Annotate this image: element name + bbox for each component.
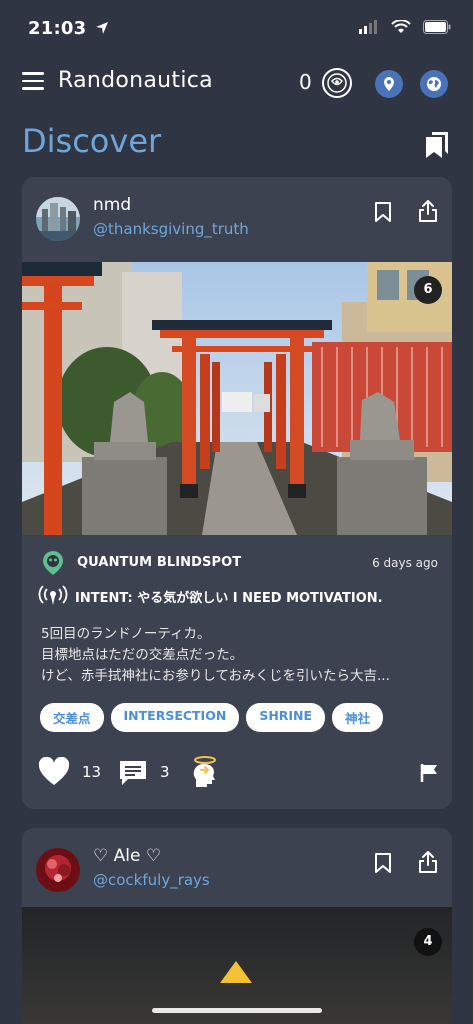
globe-icon [427, 77, 441, 91]
tag-chip[interactable]: SHRINE [246, 703, 326, 732]
post-card[interactable]: nmd @thanksgiving_truth 6 QUANTUM BLINDS… [22, 177, 452, 809]
user-name[interactable]: nmd [93, 195, 131, 215]
avatar[interactable] [36, 848, 80, 892]
post-card[interactable]: ♡ Ale ♡ @cockfuly_rays 4 [22, 828, 452, 1024]
post-body-line: 5回目のランドノーティカ。 [41, 626, 211, 642]
comment-count: 3 [160, 763, 170, 781]
timestamp: 6 days ago [372, 556, 438, 570]
report-button[interactable] [420, 763, 438, 787]
photo-count-badge: 6 [414, 276, 442, 304]
tag-chip[interactable]: 交差点 [40, 703, 104, 732]
post-body-line: 目標地点はただの交差点だった。 [41, 647, 244, 663]
bookmarks-icon [426, 132, 448, 158]
bookmark-button[interactable] [374, 201, 392, 227]
intent-broadcast-icon [38, 585, 68, 611]
photo-count-badge: 4 [414, 928, 442, 956]
warning-sign-icon [220, 961, 252, 983]
user-handle[interactable]: @cockfuly_rays [93, 871, 210, 889]
coin-count: 0 [299, 70, 312, 94]
post-actions: 13 3 [38, 755, 438, 791]
status-icons [359, 20, 451, 34]
mind-icon [193, 756, 216, 787]
page-title: Discover [22, 122, 162, 160]
map-pin-icon [384, 77, 394, 91]
bookmark-icon [375, 202, 391, 222]
share-icon [419, 200, 437, 222]
wifi-icon [391, 20, 411, 33]
app-header: Randonautica 0 [0, 62, 473, 106]
location-arrow-icon [95, 22, 108, 34]
comment-button[interactable] [118, 759, 148, 791]
like-count: 13 [82, 763, 102, 781]
avatar[interactable] [36, 197, 80, 241]
tag-chip[interactable]: INTERSECTION [110, 703, 240, 732]
tag-chip[interactable]: 神社 [332, 703, 384, 732]
status-time: 21:03 [28, 18, 109, 39]
comment-icon [120, 761, 146, 785]
app-title: Randonautica [58, 68, 213, 93]
map-pin-button[interactable] [375, 70, 403, 98]
flag-icon [420, 764, 437, 782]
saved-posts-button[interactable] [426, 132, 448, 162]
mind-reaction-button[interactable] [188, 755, 222, 793]
share-icon [419, 851, 437, 873]
status-bar: 21:03 [0, 0, 473, 60]
share-button[interactable] [418, 199, 438, 227]
tag-list: 交差点 INTERSECTION SHRINE 神社 [40, 703, 384, 732]
post-body-line: けど、赤手拭神社にお参りしておみくじを引いたら大吉... [41, 668, 390, 684]
bookmark-button[interactable] [374, 852, 392, 878]
coin-icon[interactable] [322, 68, 352, 98]
heart-icon [38, 756, 70, 785]
user-handle[interactable]: @thanksgiving_truth [93, 220, 249, 238]
home-indicator [152, 1008, 322, 1013]
bookmark-icon [375, 853, 391, 873]
quantum-point-icon [42, 550, 64, 580]
intent-text: INTENT: やる気が欲しい I NEED MOTIVATION. [75, 591, 383, 606]
post-photo[interactable]: 6 [22, 262, 452, 535]
like-button[interactable] [38, 756, 70, 791]
battery-icon [423, 20, 451, 34]
user-name[interactable]: ♡ Ale ♡ [93, 846, 161, 866]
cellular-signal-icon [359, 20, 377, 34]
point-type: QUANTUM BLINDSPOT [77, 555, 242, 570]
post-body[interactable]: 5回目のランドノーティカ。 目標地点はただの交差点だった。 けど、赤手拭神社にお… [41, 624, 436, 687]
globe-button[interactable] [420, 70, 448, 98]
menu-button[interactable] [22, 72, 44, 92]
post-photo[interactable]: 4 [22, 907, 452, 1024]
share-button[interactable] [418, 850, 438, 878]
